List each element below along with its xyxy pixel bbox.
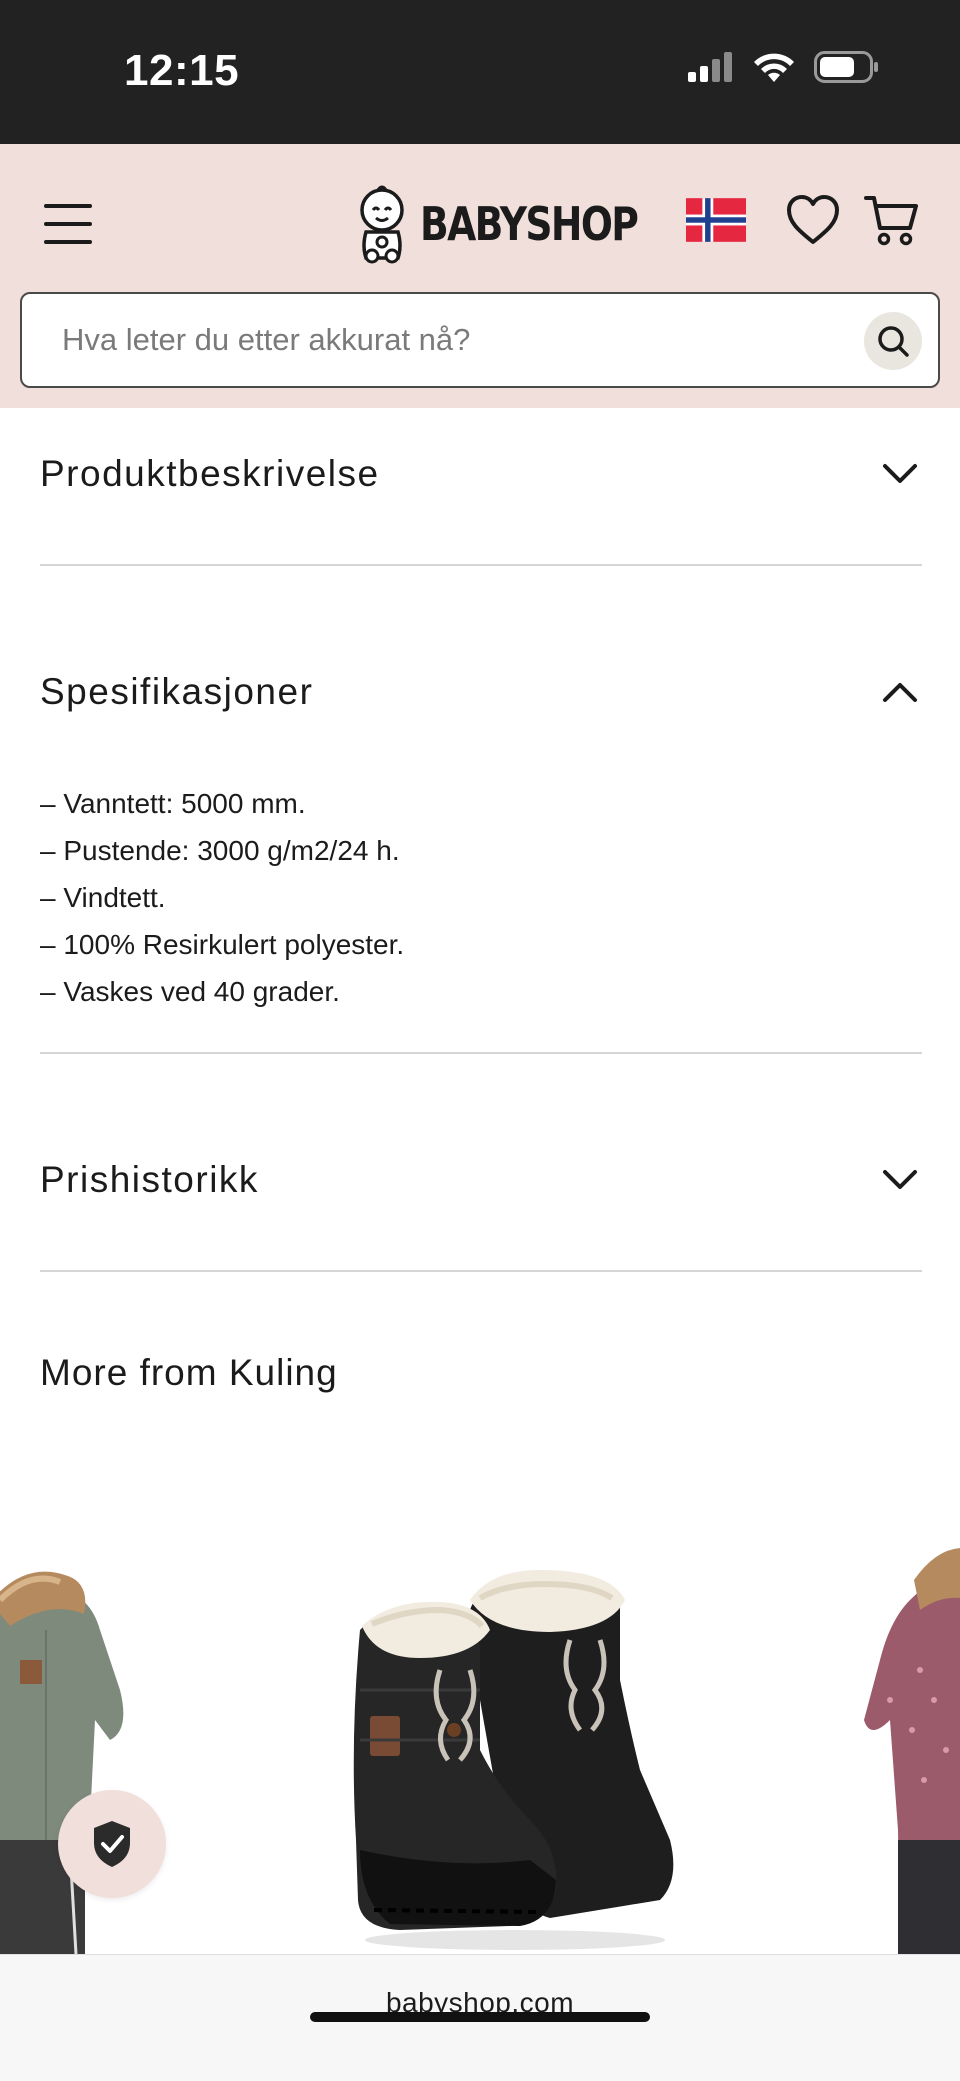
wifi-icon: [754, 53, 794, 82]
cellular-signal-icon: [688, 52, 732, 82]
shield-check-icon: [94, 1821, 130, 1867]
menu-icon[interactable]: [44, 204, 92, 244]
product-carousel[interactable]: [0, 1540, 960, 1954]
search-button[interactable]: [864, 312, 922, 370]
spec-item: – Vindtett.: [40, 882, 166, 913]
divider: [40, 1270, 922, 1272]
babyshop-logo[interactable]: BABYSHOP: [354, 184, 685, 264]
logo-text: BABYSHOP: [420, 197, 639, 251]
chevron-down-icon: [878, 452, 922, 496]
spec-item: – Pustende: 3000 g/m2/24 h.: [40, 835, 400, 866]
spec-item: – 100% Resirkulert polyester.: [40, 929, 405, 960]
site-header: BABYSHOP: [0, 144, 960, 408]
search-bar: [20, 292, 940, 388]
norway-flag-icon[interactable]: [686, 198, 746, 242]
accordion-header[interactable]: Spesifikasjoner: [40, 670, 922, 714]
heart-icon[interactable]: [786, 194, 840, 246]
accordion-title: Produktbeskrivelse: [40, 453, 380, 494]
status-icons: [688, 50, 880, 84]
black-winter-boots-image[interactable]: [330, 1540, 690, 1954]
accordion-header[interactable]: Prishistorikk: [40, 1158, 922, 1202]
accordion-price-history[interactable]: Prishistorikk: [40, 1158, 922, 1202]
more-from-brand-title: More from Kuling: [40, 1352, 338, 1393]
battery-icon: [814, 51, 878, 83]
trust-badge-button[interactable]: [58, 1790, 166, 1898]
spec-item: – Vaskes ved 40 grader.: [40, 976, 340, 1007]
search-icon: [878, 326, 909, 357]
specifications-list: – Vanntett: 5000 mm. – Pustende: 3000 g/…: [40, 780, 922, 1015]
chevron-up-icon: [878, 670, 922, 714]
divider: [40, 564, 922, 566]
accordion-product-description[interactable]: Produktbeskrivelse: [40, 452, 922, 496]
spec-item: – Vanntett: 5000 mm.: [40, 788, 306, 819]
home-indicator[interactable]: [310, 2012, 650, 2022]
pink-floral-overall-image[interactable]: [850, 1540, 960, 1954]
accordion-title: Prishistorikk: [40, 1159, 259, 1200]
accordion-header[interactable]: Produktbeskrivelse: [40, 452, 922, 496]
search-input[interactable]: [62, 294, 862, 386]
accordion-title: Spesifikasjoner: [40, 671, 314, 712]
baby-logo-icon: [360, 185, 404, 264]
accordion-specifications[interactable]: Spesifikasjoner: [40, 670, 922, 714]
cart-icon[interactable]: [864, 192, 920, 248]
divider: [40, 1052, 922, 1054]
status-time: 12:15: [124, 46, 240, 95]
status-bar: 12:15: [0, 0, 960, 144]
chevron-down-icon: [878, 1158, 922, 1202]
